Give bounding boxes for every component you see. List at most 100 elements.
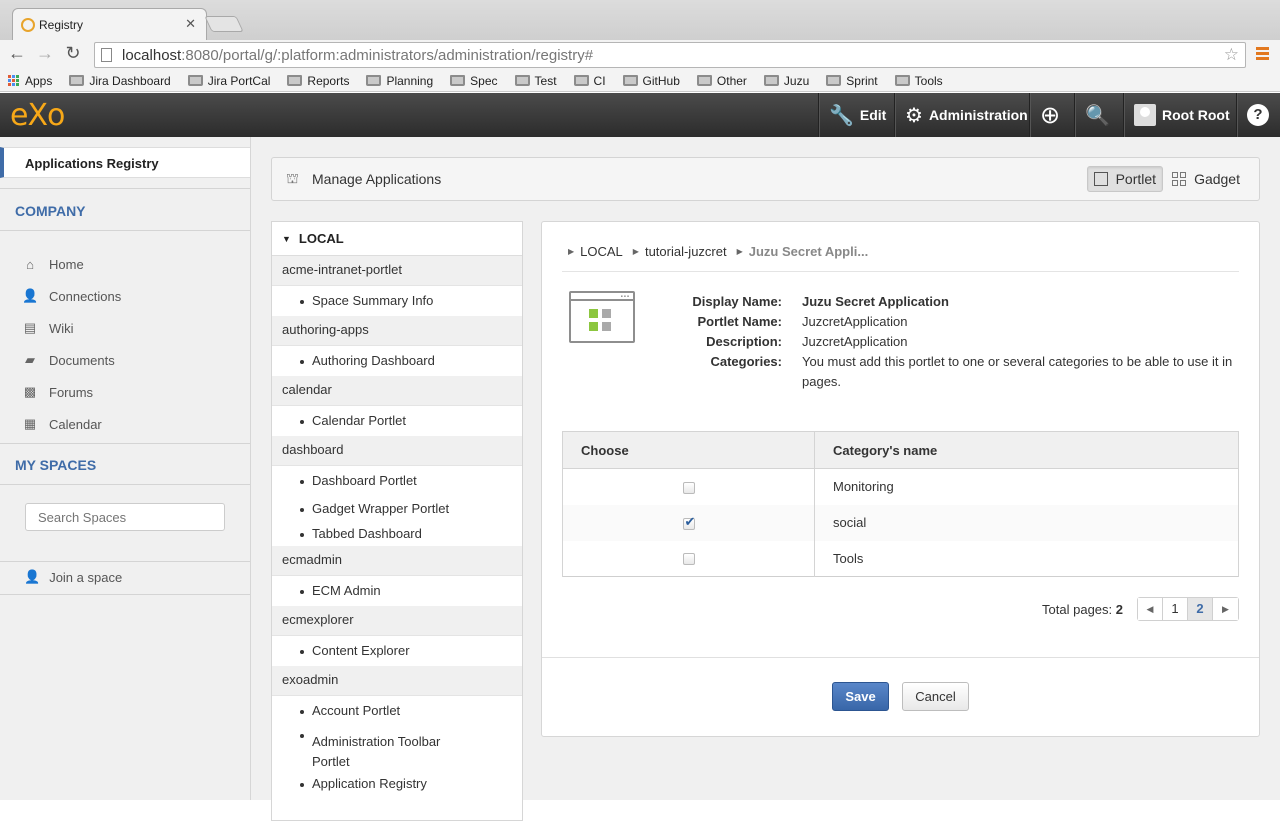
sidebar-item-forums[interactable]: ▩ Forums [22, 376, 121, 408]
search-spaces-input[interactable] [25, 503, 225, 531]
folder-icon: ▰ [25, 352, 35, 367]
browser-tab-title: Registry [39, 17, 84, 32]
breadcrumb: ▶ LOCAL ▶ tutorial-juzcret ▶ Juzu Secret Ap… [568, 244, 868, 259]
search-button[interactable]: 🔍 [1074, 93, 1122, 137]
total-pages: Total pages: 2 [1042, 602, 1123, 617]
sidebar-item-calendar[interactable]: ▦ Calendar [22, 408, 121, 440]
forward-icon[interactable]: → [34, 43, 56, 64]
bookmark-spec[interactable]: Spec [450, 73, 498, 88]
bookmark-tools[interactable]: Tools [894, 74, 943, 88]
sidebar-item-home[interactable]: ⌂ Home [22, 248, 121, 280]
user-menu[interactable]: Root Root [1123, 93, 1235, 137]
tree-category[interactable]: dashboard [272, 436, 522, 466]
bookmark-test[interactable]: Test [514, 74, 557, 88]
caret-right-icon: ▶ [568, 247, 575, 256]
sidebar-item-wiki[interactable]: ▤ Wiki [22, 312, 121, 344]
sidebar-item-label: Forums [49, 384, 94, 400]
category-checkbox[interactable] [682, 481, 695, 494]
bookmark-jira-dashboard[interactable]: Jira Dashboard [69, 73, 171, 88]
bookmark-ci[interactable]: CI [573, 74, 606, 88]
folder-icon [366, 75, 382, 86]
tree-application[interactable]: Administration Toolbar Portlet [272, 726, 472, 771]
category-checkbox[interactable] [682, 514, 695, 530]
tree-application[interactable]: Authoring Dashboard [272, 346, 522, 376]
bookmark-other[interactable]: Other [696, 74, 747, 88]
bookmark-label: Apps [25, 73, 53, 88]
sidebar-item-applications-registry[interactable]: Applications Registry [0, 147, 250, 178]
cancel-button[interactable]: Cancel [902, 682, 969, 711]
next-page-icon[interactable]: ▶ [1213, 598, 1238, 620]
tree-category[interactable]: ecmexplorer [272, 606, 522, 636]
portlet-tab[interactable]: Portlet [1086, 166, 1164, 192]
browser-tab-strip: Registry ✕ [0, 0, 1280, 40]
bookmark-sprint[interactable]: Sprint [826, 74, 878, 88]
breadcrumb-item[interactable]: LOCAL [580, 244, 623, 259]
user-icon: 👤 [22, 288, 39, 303]
tree-application[interactable]: Account Portlet [272, 696, 522, 726]
tree-application[interactable]: Calendar Portlet [272, 406, 522, 436]
my-spaces-title[interactable]: MY SPACES [15, 457, 96, 473]
close-tab-icon[interactable]: ✕ [185, 16, 196, 32]
tree-application[interactable]: Dashboard Portlet [272, 466, 522, 496]
wrench-icon: 🔧 [829, 104, 854, 127]
sidebar-item-connections[interactable]: 👤 Connections [22, 280, 121, 312]
bookmark-github[interactable]: GitHub [622, 74, 680, 88]
add-button[interactable]: ⊕ [1029, 93, 1073, 137]
bookmark-juzu[interactable]: Juzu [763, 74, 809, 88]
tree-application[interactable]: Space Summary Info [272, 286, 522, 316]
platform-toolbar: eXo 🔧 Edit ⚙ Administration ⊕ 🔍 Root Root … [0, 93, 1280, 137]
tree-application[interactable]: Tabbed Dashboard [272, 521, 522, 546]
tree-category[interactable]: ecmadmin [272, 546, 522, 576]
join-space-label: Join a space [49, 569, 123, 585]
sidebar-item-label: Wiki [49, 320, 74, 336]
sidebar-item-label: Connections [49, 288, 122, 304]
bookmark-label: Spec [470, 73, 498, 88]
table-row: Monitoring [562, 468, 1239, 505]
tree-application[interactable]: ECM Admin [272, 576, 522, 606]
address-bar[interactable]: localhost:8080/portal/g/:platform:admini… [94, 42, 1246, 68]
prev-page-icon[interactable]: ◀ [1138, 598, 1163, 620]
join-space-link[interactable]: 👤 Join a space [24, 569, 122, 585]
application-properties: Display Name: Juzu Secret Application Por… [662, 292, 1242, 392]
bookmark-reports[interactable]: Reports [287, 74, 349, 88]
bookmark-star-icon[interactable]: ☆ [1224, 45, 1239, 65]
tree-category[interactable]: exoadmin [272, 666, 522, 696]
caret-down-icon: ▼ [282, 233, 291, 244]
page-1[interactable]: 1 [1163, 598, 1188, 620]
tree-application[interactable]: Content Explorer [272, 636, 522, 666]
choose-header: Choose [562, 431, 815, 469]
back-icon[interactable]: ← [6, 43, 28, 64]
tree-category[interactable]: calendar [272, 376, 522, 406]
tree-application[interactable]: Application Registry [272, 771, 522, 796]
new-tab-button[interactable] [204, 16, 244, 32]
portlet-name-label: Portlet Name: [697, 314, 782, 329]
tree-category[interactable]: acme-intranet-portlet [272, 256, 522, 286]
sidebar-item-label: Documents [49, 352, 115, 368]
save-button[interactable]: Save [832, 682, 889, 711]
tree-category[interactable]: authoring-apps [272, 316, 522, 346]
bookmark-apps[interactable]: Apps [8, 74, 52, 88]
tree-root[interactable]: ▼ LOCAL [272, 222, 522, 256]
browser-menu-icon[interactable] [1256, 47, 1269, 62]
breadcrumb-item[interactable]: tutorial-juzcret [645, 244, 727, 259]
bookmark-jira-portcal[interactable]: Jira PortCal [187, 74, 270, 88]
gadget-tab[interactable]: Gadget [1165, 166, 1247, 192]
exo-logo[interactable]: eXo [10, 98, 65, 133]
gadget-label: Gadget [1194, 171, 1240, 187]
folder-icon [826, 75, 842, 86]
category-checkbox[interactable] [682, 553, 695, 566]
help-button[interactable]: ? [1236, 93, 1280, 137]
home-icon: ⌂ [26, 256, 34, 272]
browser-tab[interactable]: Registry ✕ [12, 8, 207, 40]
administration-menu[interactable]: ⚙ Administration [894, 93, 1028, 137]
bookmark-label: Jira Dashboard [89, 73, 171, 88]
description-label: Description: [706, 334, 782, 349]
sidebar-item-documents[interactable]: ▰ Documents [22, 344, 121, 376]
portlet-label: Portlet [1115, 171, 1157, 187]
edit-menu[interactable]: 🔧 Edit [818, 93, 896, 137]
page-2[interactable]: 2 [1188, 598, 1213, 620]
tree-application[interactable]: Gadget Wrapper Portlet [272, 496, 522, 521]
bookmark-planning[interactable]: Planning [366, 74, 433, 88]
reload-icon[interactable]: ↻ [62, 43, 84, 64]
company-title[interactable]: COMPANY [15, 203, 86, 219]
